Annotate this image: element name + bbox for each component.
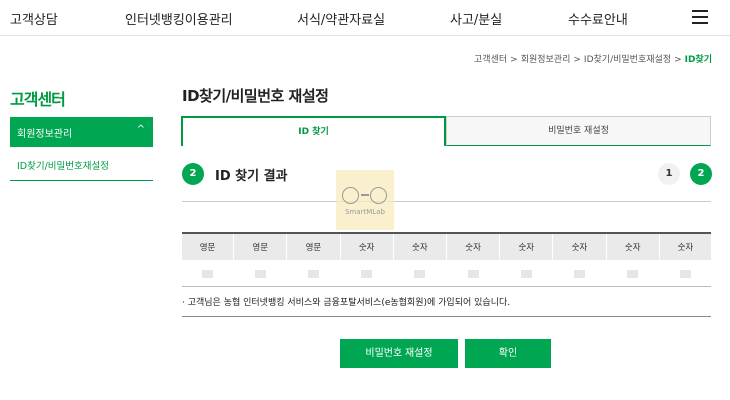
masked-id-char xyxy=(499,260,553,287)
table-header: 숫자 xyxy=(659,233,711,260)
sidebar-item-label: ID찾기/비밀번호재설정 xyxy=(17,161,109,172)
sidebar-item-id-find-password-reset[interactable]: ID찾기/비밀번호재설정 xyxy=(10,148,153,181)
watermark-text: SmartMLab xyxy=(345,208,385,216)
table-header: 숫자 xyxy=(446,233,501,260)
nav-internet-banking[interactable]: 인터넷뱅킹이용관리 xyxy=(125,9,233,28)
id-result-table: 영문 영문 영문 숫자 숫자 숫자 숫자 숫자 숫자 숫자 xyxy=(182,232,711,287)
tab-password-reset[interactable]: 비밀번호 재설정 xyxy=(446,116,711,146)
sidebar-menu-member-info[interactable]: 회원정보관리 ^ xyxy=(10,117,153,147)
nav-fee-info[interactable]: 수수료안내 xyxy=(568,9,628,28)
nav-accident-loss[interactable]: 사고/분실 xyxy=(450,9,502,28)
table-header: 숫자 xyxy=(499,233,554,260)
masked-id-char xyxy=(286,260,341,287)
divider xyxy=(182,201,711,202)
masked-id-char xyxy=(393,260,447,287)
page-title: ID찾기/비밀번호 재설정 xyxy=(182,87,329,105)
nav-customer-consult[interactable]: 고객상담 xyxy=(10,9,58,28)
breadcrumb-item[interactable]: 회원정보관리 xyxy=(521,55,571,65)
breadcrumb-item[interactable]: ID찾기/비밀번호재설정 xyxy=(584,55,671,65)
table-header: 숫자 xyxy=(340,233,394,260)
tab-id-find[interactable]: ID 찾기 xyxy=(181,116,446,146)
reset-password-button[interactable]: 비밀번호 재설정 xyxy=(340,339,458,368)
chevron-up-icon: ^ xyxy=(136,124,145,135)
hamburger-menu-icon[interactable] xyxy=(692,10,708,24)
confirm-button[interactable]: 확인 xyxy=(465,339,551,368)
masked-id-char xyxy=(659,260,711,287)
nav-forms-terms[interactable]: 서식/약관자료실 xyxy=(297,9,385,28)
table-header: 영문 xyxy=(233,233,288,260)
watermark-logo: SmartMLab xyxy=(336,170,394,230)
section-step-badge: 2 xyxy=(182,163,204,185)
masked-id-char xyxy=(182,260,234,287)
masked-id-char xyxy=(233,260,287,287)
section-title: ID 찾기 결과 xyxy=(215,169,288,184)
sidebar-menu-label: 회원정보관리 xyxy=(17,129,73,140)
masked-id-char xyxy=(446,260,500,287)
sidebar-title: 고객센터 xyxy=(10,90,66,109)
breadcrumb-current: ID찾기 xyxy=(684,55,712,65)
table-header: 숫자 xyxy=(393,233,447,260)
table-header: 숫자 xyxy=(606,233,660,260)
table-header: 숫자 xyxy=(552,233,607,260)
masked-id-char xyxy=(552,260,607,287)
step-indicator-2: 2 xyxy=(690,163,712,185)
masked-id-char xyxy=(606,260,660,287)
breadcrumb-item[interactable]: 고객센터 xyxy=(474,55,507,65)
table-header: 영문 xyxy=(182,233,235,260)
table-header-row: 영문 영문 영문 숫자 숫자 숫자 숫자 숫자 숫자 숫자 xyxy=(182,233,711,260)
tab-bar: ID 찾기 비밀번호 재설정 xyxy=(181,116,711,146)
table-row xyxy=(182,260,711,287)
membership-notice: · 고객님은 농협 인터넷뱅킹 서비스와 금융포탈서비스(e농협회원)에 가입되… xyxy=(182,298,511,308)
glasses-icon xyxy=(342,187,359,204)
breadcrumb: 고객센터 > 회원정보관리 > ID찾기/비밀번호재설정 > ID찾기 xyxy=(474,55,712,65)
divider xyxy=(182,316,711,317)
step-indicator-1: 1 xyxy=(658,163,680,185)
masked-id-char xyxy=(340,260,394,287)
top-navigation: 고객상담 인터넷뱅킹이용관리 서식/약관자료실 사고/분실 수수료안내 xyxy=(0,0,730,36)
table-header: 영문 xyxy=(286,233,341,260)
